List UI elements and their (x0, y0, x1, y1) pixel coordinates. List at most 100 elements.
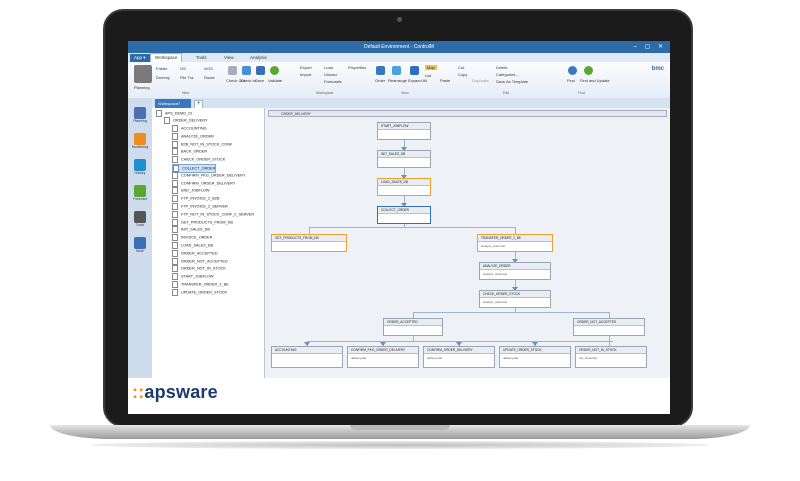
nav-history[interactable]: History (130, 158, 150, 182)
paste-button[interactable]: Paste (440, 78, 450, 83)
job-node[interactable]: ORDER_NOT_IN_STOCK not_stock.bat (575, 346, 647, 368)
forecasts-button[interactable]: Forecasts (324, 79, 342, 84)
tree-item[interactable]: GET_PRODUCTS_FROM_DB (172, 218, 233, 226)
check-in-button[interactable]: Check In (240, 78, 256, 83)
job-node[interactable]: CONFIRM_PKG_ORDER_DELIVERY delivery.bat (347, 346, 419, 368)
job-node[interactable]: GET_PRODUCTS_FROM_DB (271, 234, 347, 252)
tab-workspace7[interactable]: Workspace7 (155, 99, 191, 108)
nav-monitoring[interactable]: Monitoring (130, 132, 150, 156)
tree-item[interactable]: BACK_ORDER (172, 148, 207, 156)
tree-item[interactable]: FTP_INVOICE_2_SERVER (172, 203, 228, 210)
tree-item[interactable]: ACCOUNTING (172, 125, 207, 132)
tree-item[interactable]: CONFIRM_ORDER_DELIVERY (172, 179, 235, 187)
job-node[interactable]: CHECK_ORDER_STOCK analyze_order.bat (479, 290, 551, 308)
validate-button[interactable]: Validate (268, 78, 282, 83)
find-update-icon[interactable] (584, 66, 593, 75)
map-button[interactable]: Map (425, 65, 437, 70)
new-folder[interactable]: Folder (156, 66, 167, 71)
job-node-title: TRANSFER_ORDER_2_BE (478, 235, 552, 242)
job-node[interactable]: INIT_SALES_DB (377, 150, 431, 168)
job-node[interactable]: ORDER_ACCEPTED (383, 318, 443, 336)
new-zos[interactable]: z/OS (204, 66, 213, 71)
check-out-icon[interactable] (228, 66, 237, 75)
find-icon[interactable] (568, 66, 577, 75)
unload-button[interactable]: Unload (324, 72, 337, 77)
logo-band: ::apsware (128, 378, 670, 414)
tree-item[interactable]: UPDATE_ORDER_STOCK (172, 288, 227, 296)
tree-item[interactable]: B2B_NOT_IN_STOCK_CONF (172, 140, 233, 148)
find-button[interactable]: Find (567, 78, 575, 83)
tree-item[interactable]: TRANSFER_ORDER_2_BE (172, 281, 229, 288)
rearrange-button[interactable]: Rearrange (388, 78, 407, 83)
delete-button[interactable]: Delete (496, 65, 508, 70)
copy-button[interactable]: Copy (458, 72, 467, 77)
tree-item[interactable]: ORDER_NOT_IN_STOCK (172, 265, 226, 273)
save-as-template-button[interactable]: Save As Template (496, 79, 528, 84)
tree-item[interactable]: INIT_SALES_DB (172, 226, 210, 234)
apsware-logo: ::apsware (132, 382, 218, 402)
properties-button[interactable]: Properties (348, 65, 366, 70)
find-and-update-button[interactable]: Find and Update (580, 78, 610, 83)
tree-root[interactable]: APS_DEMO_01 (156, 110, 192, 117)
nav-tools[interactable]: Tools (130, 210, 150, 234)
tree-item[interactable]: FTP_NOT_IN_STOCK_CONF_2_SERVER (172, 210, 254, 218)
nav-more[interactable]: More (130, 236, 150, 260)
tab-workspace[interactable]: Workspace (150, 53, 183, 62)
job-node[interactable]: ORDER_NOT_ACCEPTED (573, 318, 645, 336)
job-node[interactable]: LOAD_SALES_DB (377, 178, 431, 196)
order-button[interactable]: Order (375, 78, 385, 83)
import-button[interactable]: Import (300, 72, 311, 77)
tree-label: INVOICE_ORDER (181, 235, 213, 240)
tree-label: B2B_NOT_IN_STOCK_CONF (181, 142, 233, 147)
connector (609, 336, 610, 346)
new-os[interactable]: OS (180, 66, 186, 71)
tree-item[interactable]: END_JOBFLOW (172, 187, 210, 195)
job-node[interactable]: CONFIRM_ORDER_DELIVERY delivery.bat (423, 346, 495, 368)
tree-label: END_JOBFLOW (181, 188, 210, 193)
tree-label: CONFIRM_PKG_ORDER_DELIVERY (181, 173, 246, 178)
tree-folder[interactable]: ORDER_DELIVERY (164, 117, 208, 124)
job-node[interactable]: ANALYZE_ORDER analyze_order.bat (479, 262, 551, 280)
tab-analysis[interactable]: Analysis (246, 54, 271, 62)
order-icon[interactable] (376, 66, 385, 75)
categories-button[interactable]: Categories... (496, 72, 519, 77)
rearrange-icon[interactable] (392, 66, 401, 75)
export-button[interactable]: Export (300, 65, 312, 70)
tree-item[interactable]: ORDER_NOT_ACCEPTED (172, 257, 228, 265)
expand-all-icon[interactable] (410, 66, 419, 75)
tree-item[interactable]: FTP_INVOICE_2_B2B (172, 195, 219, 203)
job-node[interactable]: START_JOBFLOW (377, 122, 431, 140)
job-node[interactable]: ACCOUNTING (271, 346, 343, 368)
list-button[interactable]: List (425, 73, 431, 78)
load-button[interactable]: Load (324, 65, 333, 70)
job-node[interactable]: COLLECT_ORDER (377, 206, 431, 224)
tree-item[interactable]: ANALYZE_ORDER (172, 132, 214, 140)
job-node-title: CONFIRM_PKG_ORDER_DELIVERY (348, 347, 418, 354)
save-button[interactable]: Save (255, 78, 264, 83)
tree-item[interactable]: LOAD_SALES_DB (172, 242, 213, 249)
tree-item[interactable]: CONFIRM_PKG_ORDER_DELIVERY (172, 171, 246, 179)
job-node[interactable]: UPDATE_ORDER_STOCK delivery.bat (499, 346, 571, 368)
save-icon[interactable] (256, 66, 265, 75)
new-route[interactable]: Route (204, 75, 215, 80)
pencil-icon[interactable] (134, 65, 152, 83)
tab-view[interactable]: View (220, 54, 238, 62)
new-dummy[interactable]: Dummy (156, 75, 170, 80)
job-node[interactable]: TRANSFER_ORDER_2_BE analyze_order.bat (477, 234, 553, 252)
validate-icon[interactable] (270, 66, 279, 75)
cut-button[interactable]: Cut (458, 65, 464, 70)
duplicate-button[interactable]: Duplicate (472, 78, 489, 83)
app-button[interactable]: App ▾ (130, 54, 150, 62)
new-file-transfer[interactable]: File Tra (180, 75, 193, 80)
tree-item[interactable]: ORDER_ACCEPTED (172, 249, 218, 257)
tree-item[interactable]: START_JOBFLOW (172, 273, 214, 281)
expand-all-button[interactable]: Expand All (408, 78, 427, 83)
nav-forecast[interactable]: Forecast (130, 184, 150, 208)
tree-item[interactable]: INVOICE_ORDER (172, 234, 213, 242)
flow-canvas[interactable]: ORDER_DELIVERY START_JOBFLOW INIT_SALES_D… (265, 108, 670, 402)
window-controls[interactable]: – ▢ ✕ (634, 41, 666, 53)
check-in-icon[interactable] (242, 66, 251, 75)
tab-tools[interactable]: Tools (192, 54, 211, 62)
nav-planning[interactable]: Planning (130, 106, 150, 130)
tree-item[interactable]: CHECK_ORDER_STOCK (172, 156, 225, 164)
